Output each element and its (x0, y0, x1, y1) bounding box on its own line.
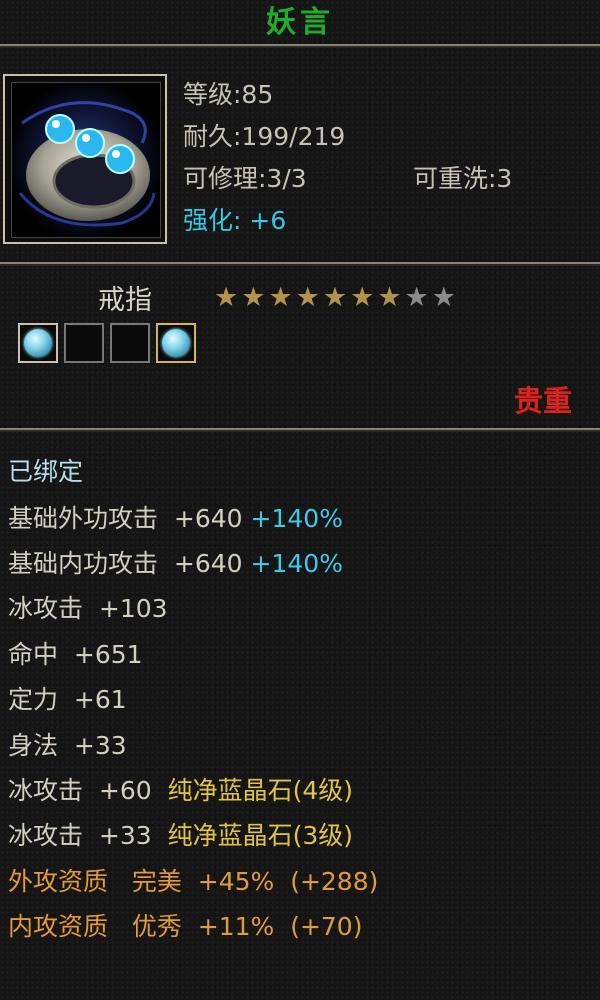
quality-bonus: (+288) (290, 867, 379, 896)
gem-line: 冰攻击 +33 纯净蓝晶石(3级) (8, 820, 353, 852)
star-filled-icon: ★ (295, 282, 320, 313)
ring-icon (11, 82, 161, 238)
gem-attr-value: +60 (98, 776, 152, 805)
quality-pct: +45% (197, 867, 275, 896)
attr-name: 冰攻击 (8, 594, 84, 623)
attr-value: +640 (173, 549, 243, 578)
item-icon-frame[interactable] (3, 74, 167, 244)
gem-name: 纯净蓝晶石(4级) (167, 776, 354, 805)
gem-socket-filled[interactable] (18, 323, 58, 363)
attr-name: 基础内功攻击 (8, 549, 159, 578)
attr-name: 基础外功攻击 (8, 504, 159, 533)
star-filled-icon: ★ (350, 282, 375, 313)
divider-mid (0, 262, 600, 264)
divider-top (0, 44, 600, 46)
gem-attr-value: +33 (98, 821, 152, 850)
gem-icon (162, 329, 190, 357)
star-rating: ★ ★ ★ ★ ★ ★ ★ ★ ★ (214, 284, 456, 311)
quality-name: 外攻资质 (8, 867, 109, 896)
quality-line: 外攻资质 完美 +45% (+288) (8, 866, 378, 898)
attr-value: +651 (73, 640, 143, 669)
repairable-stat: 可修理:3/3 (183, 164, 307, 193)
quality-line: 内攻资质 优秀 +11% (+70) (8, 911, 362, 943)
attr-name: 命中 (8, 640, 59, 669)
star-filled-icon: ★ (241, 282, 266, 313)
star-filled-icon: ★ (268, 282, 293, 313)
divider-bottom (0, 428, 600, 430)
item-name: 妖言 (266, 5, 334, 40)
quality-name: 内攻资质 (8, 912, 109, 941)
star-empty-icon: ★ (431, 282, 456, 313)
gem-name: 纯净蓝晶石(3级) (167, 821, 354, 850)
gem-socket-empty[interactable] (64, 323, 104, 363)
attr-extra: +140% (250, 504, 343, 533)
quality-grade: 完美 (131, 867, 182, 896)
gem-attr-name: 冰攻击 (8, 821, 84, 850)
attr-line: 身法 +33 (8, 730, 127, 762)
enhance-stat: 强化: +6 (183, 206, 287, 235)
quality-grade: 优秀 (131, 912, 182, 941)
attr-value: +103 (98, 594, 168, 623)
quality-bonus: (+70) (290, 912, 363, 941)
attr-name: 身法 (8, 731, 59, 760)
gem-icon (24, 329, 52, 357)
attr-extra: +140% (250, 549, 343, 578)
attr-line: 基础内功攻击 +640 +140% (8, 548, 343, 580)
attr-line: 基础外功攻击 +640 +140% (8, 503, 343, 535)
star-filled-icon: ★ (322, 282, 348, 313)
gem-sockets (18, 323, 196, 363)
attr-name: 定力 (8, 685, 59, 714)
attr-value: +33 (73, 731, 127, 760)
gem-socket-empty[interactable] (110, 323, 150, 363)
bound-status: 已绑定 (8, 457, 84, 486)
gem-socket-filled[interactable] (156, 323, 196, 363)
attr-line: 命中 +651 (8, 639, 143, 671)
attr-value: +61 (73, 685, 127, 714)
rewash-stat: 可重洗:3 (413, 164, 513, 193)
rarity-label: 贵重 (513, 384, 572, 418)
star-empty-icon: ★ (404, 282, 429, 313)
gem-attr-name: 冰攻击 (8, 776, 84, 805)
durability-stat: 耐久:199/219 (183, 122, 346, 151)
star-filled-icon: ★ (377, 282, 402, 313)
attr-line: 定力 +61 (8, 684, 127, 716)
quality-pct: +11% (197, 912, 275, 941)
level-stat: 等级:85 (183, 80, 274, 109)
item-type-label: 戒指 (98, 285, 152, 316)
attr-line: 冰攻击 +103 (8, 593, 168, 625)
gem-line: 冰攻击 +60 纯净蓝晶石(4级) (8, 775, 353, 807)
star-filled-icon: ★ (214, 282, 239, 313)
attr-value: +640 (173, 504, 243, 533)
